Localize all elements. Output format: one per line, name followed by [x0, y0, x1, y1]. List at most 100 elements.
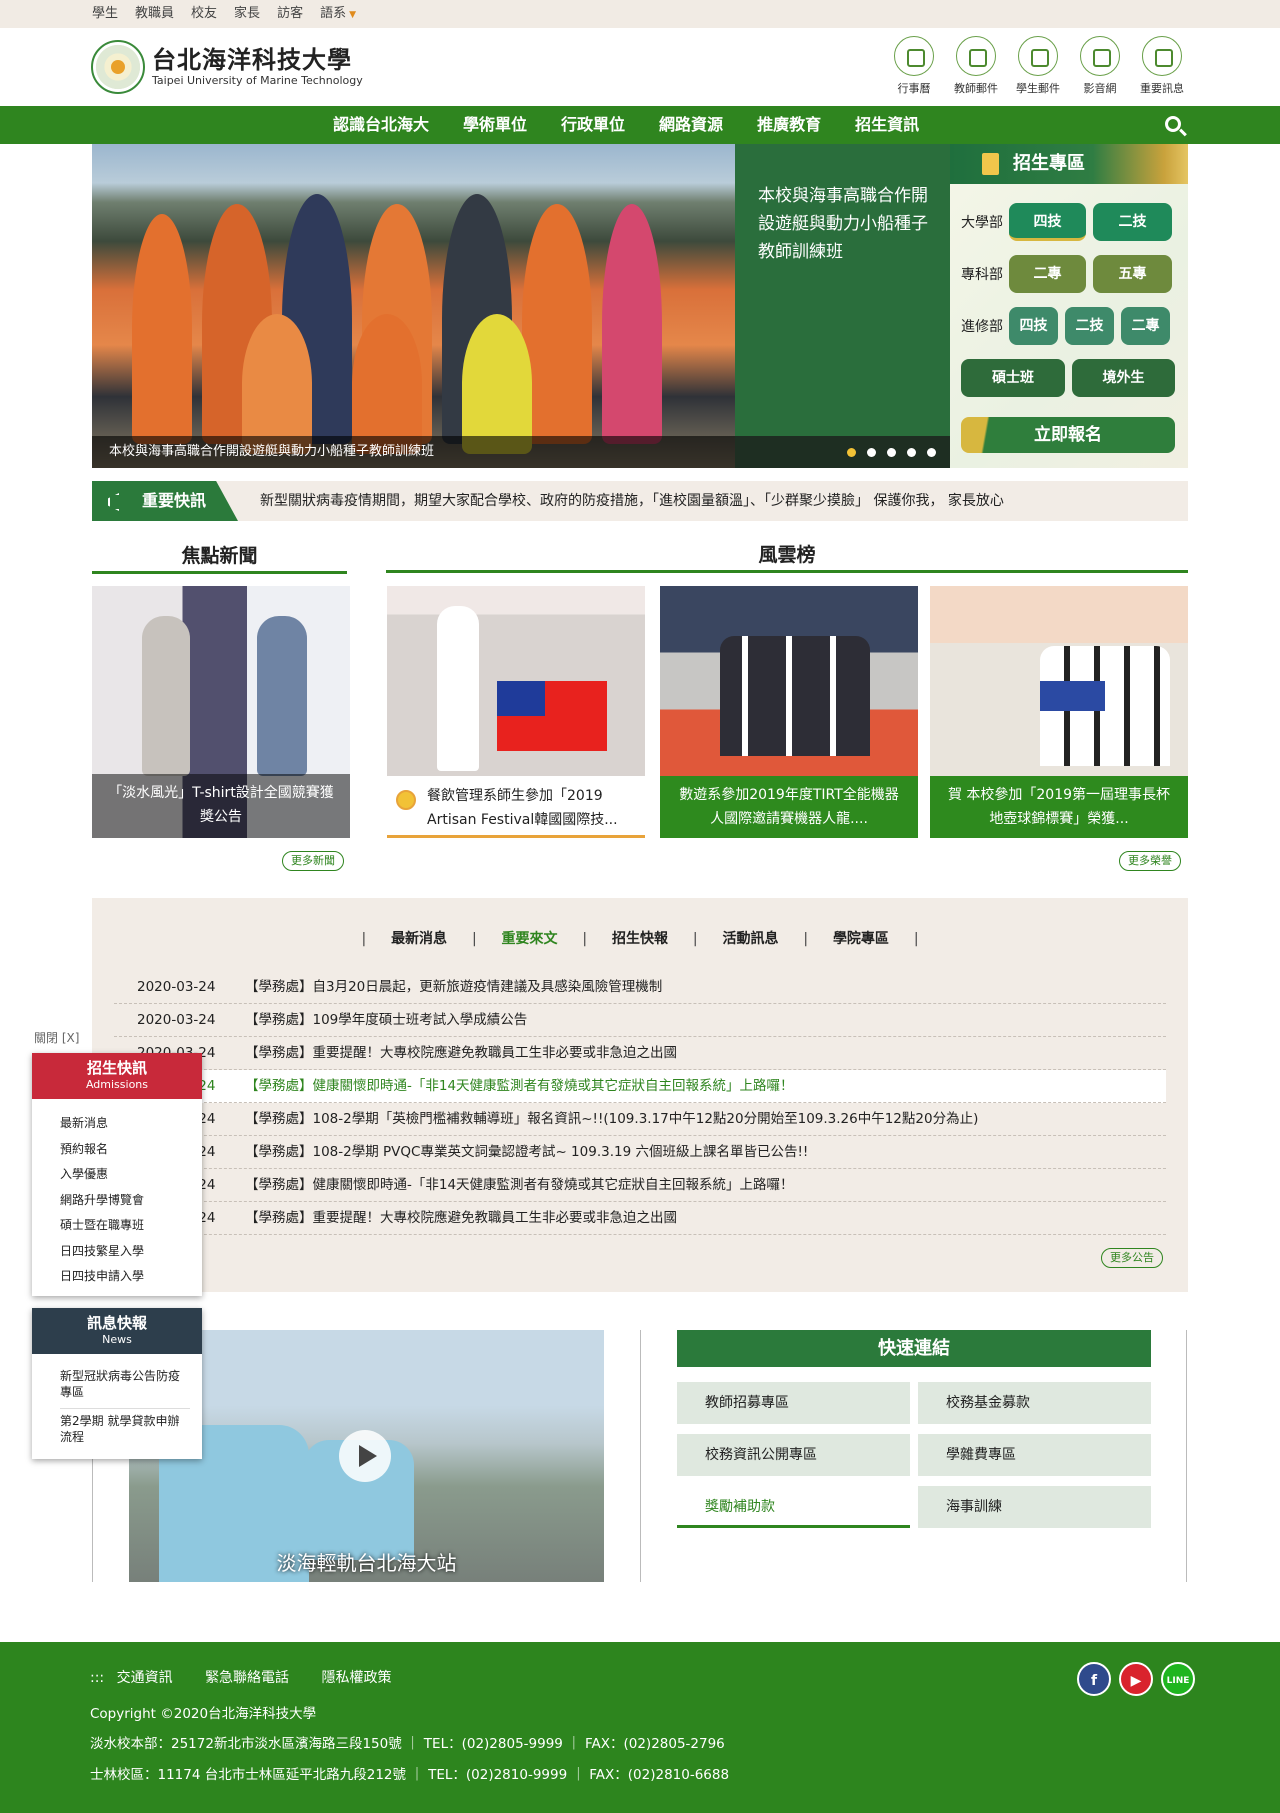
side-link[interactable]: 網路升學博覽會 — [60, 1188, 202, 1214]
audience-link[interactable]: 訪客 — [277, 0, 303, 29]
audience-link[interactable]: 學生 — [92, 0, 118, 29]
nav-item[interactable]: 認識台北海大 — [333, 106, 429, 144]
play-icon[interactable] — [339, 1430, 391, 1482]
nav-item[interactable]: 推廣教育 — [757, 106, 821, 144]
tab-latest-news[interactable]: 最新消息 — [391, 931, 447, 947]
nav-item[interactable]: 網路資源 — [659, 106, 723, 144]
facebook-icon[interactable]: f — [1077, 1662, 1111, 1696]
slide-dot[interactable] — [867, 447, 876, 457]
side-link[interactable]: 日四技申請入學 — [60, 1264, 202, 1290]
slide-dot[interactable] — [907, 447, 916, 457]
footer-link[interactable]: 緊急聯絡電話 — [205, 1670, 289, 1686]
tab-college-zone[interactable]: 學院專區 — [833, 931, 889, 947]
overseas-button[interactable]: 境外生 — [1072, 359, 1175, 397]
hero-caption[interactable]: 本校與海事高職合作開設遊艇與動力小船種子教師訓練班 — [92, 436, 735, 468]
quick-link[interactable]: 教師招募專區 — [677, 1382, 910, 1424]
quick-student-mail[interactable]: 學生郵件 — [1010, 36, 1066, 96]
address-main-campus: 淡水校本部：25172新北市淡水區濱海路三段150號 ｜ TEL：(02)280… — [90, 1736, 725, 1752]
quick-link[interactable]: 學雜費專區 — [918, 1434, 1151, 1476]
admission-button[interactable]: 二專 — [1121, 307, 1170, 345]
slide-dot[interactable] — [887, 447, 896, 457]
slide-dot[interactable] — [927, 447, 936, 457]
tab-events[interactable]: 活動訊息 — [722, 931, 778, 947]
floating-side-panel: 關閉 [X] 招生快訊 Admissions 最新消息 預約報名 入學優惠 網路… — [32, 1030, 202, 1471]
university-seal-icon — [91, 40, 145, 94]
teacher-mail-icon — [956, 36, 996, 76]
admission-button[interactable]: 二專 — [1009, 255, 1086, 293]
side-link[interactable]: 入學優惠 — [60, 1162, 202, 1188]
box-title: 訊息快報 — [86, 1313, 147, 1332]
more-news-button[interactable]: 更多新聞 — [282, 851, 344, 871]
list-item[interactable]: 2020-03-24【學務處】重要提醒！大專校院應避免教職員工生非必要或非急迫之… — [114, 1202, 1166, 1235]
more-announcements-button[interactable]: 更多公告 — [1101, 1248, 1163, 1268]
announcement-text[interactable]: 【學務處】自3月20日晨起，更新旅遊疫情建議及具感染風險管理機制 — [245, 979, 662, 995]
quick-important[interactable]: 重要訊息 — [1134, 36, 1190, 96]
quick-link[interactable]: 校務基金募款 — [918, 1382, 1151, 1424]
list-item[interactable]: 2020-03-24 【學務處】109學年度碩士班考試入學成績公告 — [114, 1004, 1166, 1037]
nav-item[interactable]: 招生資訊 — [855, 106, 919, 144]
list-item[interactable]: 2020-03-24【學務處】重要提醒！大專校院應避免教職員工生非必要或非急迫之… — [114, 1037, 1166, 1070]
hero-slide-image[interactable]: 本校與海事高職合作開設遊艇與動力小船種子教師訓練班 — [92, 144, 735, 468]
audience-link[interactable]: 教職員 — [135, 0, 174, 29]
quick-teacher-mail[interactable]: 教師郵件 — [948, 36, 1004, 96]
language-dropdown[interactable]: 語系 — [320, 0, 356, 29]
line-icon[interactable]: LINE — [1161, 1662, 1195, 1696]
youtube-icon[interactable]: ▶ — [1119, 1662, 1153, 1696]
announcement-text[interactable]: 【學務處】健康關懷即時通-「非14天健康監測者有發燒或其它症狀自主回報系統」上路… — [245, 1078, 794, 1094]
list-item[interactable]: 2020-03-24【學務處】108-2學期「英檢門檻補救輔導班」報名資訊~!!… — [114, 1103, 1166, 1136]
divider — [1186, 1330, 1187, 1582]
site-footer: ::: 交通資訊 緊急聯絡電話 隱私權政策 Copyright ©2020台北海… — [0, 1642, 1280, 1813]
list-item[interactable]: 2020-03-24【學務處】108-2學期 PVQC專業英文詞彙認證考試~ 1… — [114, 1136, 1166, 1169]
quick-link[interactable]: 海事訓練 — [918, 1486, 1151, 1528]
admission-button[interactable]: 二技 — [1093, 203, 1172, 241]
audience-link[interactable]: 校友 — [191, 0, 217, 29]
announcement-text[interactable]: 【學務處】108-2學期 PVQC專業英文詞彙認證考試~ 109.3.19 六個… — [245, 1144, 808, 1160]
site-header: 台北海洋科技大學 Taipei University of Marine Tec… — [0, 28, 1280, 106]
list-item[interactable]: 2020-03-24【學務處】健康關懷即時通-「非14天健康監測者有發燒或其它症… — [114, 1070, 1166, 1103]
side-link[interactable]: 日四技繁星入學 — [60, 1239, 202, 1265]
more-honors-button[interactable]: 更多榮譽 — [1119, 851, 1181, 871]
site-logo[interactable]: 台北海洋科技大學 Taipei University of Marine Tec… — [91, 40, 363, 94]
quick-video[interactable]: 影音網 — [1072, 36, 1128, 96]
ticker-message[interactable]: 新型關狀病毒疫情期間，期望大家配合學校、政府的防疫措施，「進校園量額溫」、「少群… — [260, 481, 1004, 521]
tab-important-documents[interactable]: 重要來文 — [502, 931, 558, 947]
side-link[interactable]: 預約報名 — [60, 1137, 202, 1163]
honor-card[interactable]: 餐飲管理系師生參加「2019 Artisan Festival韓國國際技... — [387, 586, 645, 838]
honor-card[interactable]: 賀 本校參加「2019第一屆理事長杯地壺球錦標賽」榮獲... — [930, 586, 1188, 838]
quick-link[interactable]: 校務資訊公開專區 — [677, 1434, 910, 1476]
apply-now-button[interactable]: 立即報名 — [961, 417, 1175, 453]
honor-card[interactable]: 數遊系參加2019年度TIRT全能機器人國際邀請賽機器人龍.... — [660, 586, 918, 838]
list-item[interactable]: 2020-03-24 【學務處】自3月20日晨起，更新旅遊疫情建議及具感染風險管理… — [114, 971, 1166, 1004]
admission-button[interactable]: 五專 — [1093, 255, 1172, 293]
tab-admission-news[interactable]: 招生快報 — [612, 931, 668, 947]
hero-headline[interactable]: 本校與海事高職合作開設遊艇與動力小船種子教師訓練班 — [758, 182, 933, 266]
list-item[interactable]: 2020-03-24【學務處】健康關懷即時通-「非14天健康監測者有發燒或其它症… — [114, 1169, 1166, 1202]
slide-dot[interactable] — [847, 447, 856, 457]
box-subtitle: Admissions — [85, 1078, 149, 1091]
side-link[interactable]: 第2學期 就學貸款申辦流程 — [60, 1409, 190, 1453]
side-link[interactable]: 新型冠狀病毒公告防疫專區 — [60, 1364, 190, 1409]
nav-item[interactable]: 學術單位 — [463, 106, 527, 144]
admission-button[interactable]: 四技 — [1009, 203, 1086, 241]
audience-link[interactable]: 家長 — [234, 0, 260, 29]
close-panel-button[interactable]: 關閉 [X] — [34, 1030, 202, 1053]
masters-button[interactable]: 碩士班 — [961, 359, 1065, 397]
side-link[interactable]: 最新消息 — [60, 1111, 202, 1137]
admission-button[interactable]: 二技 — [1065, 307, 1114, 345]
announcement-text[interactable]: 【學務處】109學年度碩士班考試入學成績公告 — [245, 1012, 527, 1028]
footer-link[interactable]: 隱私權政策 — [322, 1670, 392, 1686]
announcement-text[interactable]: 【學務處】108-2學期「英檢門檻補救輔導班」報名資訊~!!(109.3.17中… — [245, 1111, 978, 1127]
search-icon[interactable] — [1165, 116, 1181, 132]
announcement-text[interactable]: 【學務處】健康關懷即時通-「非14天健康監測者有發燒或其它症狀自主回報系統」上路… — [245, 1177, 794, 1193]
quick-link[interactable]: 獎勵補助款 — [677, 1486, 910, 1528]
side-link[interactable]: 碩士暨在職專班 — [60, 1213, 202, 1239]
announcement-text[interactable]: 【學務處】重要提醒！大專校院應避免教職員工生非必要或非急迫之出國 — [245, 1045, 677, 1061]
announcement-text[interactable]: 【學務處】重要提醒！大專校院應避免教職員工生非必要或非急迫之出國 — [245, 1210, 677, 1226]
quick-label: 行事曆 — [897, 82, 931, 95]
quick-calendar[interactable]: 行事曆 — [886, 36, 942, 96]
nav-item[interactable]: 行政單位 — [561, 106, 625, 144]
admission-button[interactable]: 四技 — [1009, 307, 1058, 345]
focus-news-card[interactable]: 「淡水風光」T-shirt設計全國競賽獲獎公告 — [92, 586, 350, 838]
social-links: f ▶ LINE — [1069, 1662, 1195, 1696]
footer-link[interactable]: 交通資訊 — [117, 1670, 173, 1686]
